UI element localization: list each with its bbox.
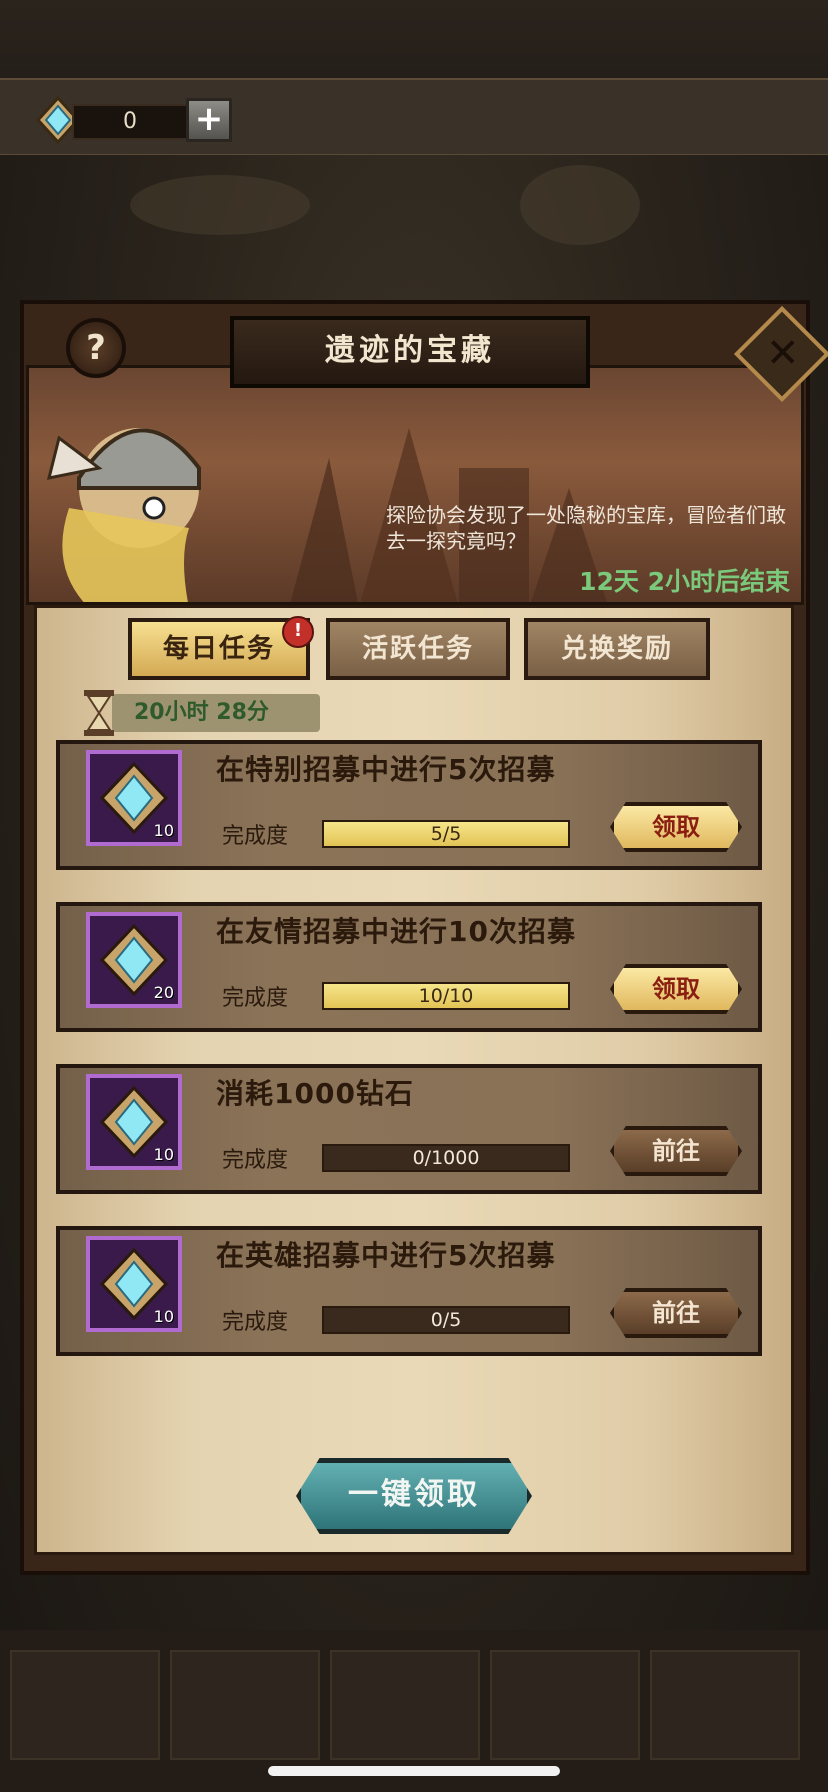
tab-exchange-rewards[interactable]: 兑换奖励 — [524, 618, 710, 680]
plus-icon: + — [194, 99, 224, 139]
add-currency-button[interactable]: + — [186, 98, 232, 142]
progress-label: 完成度 — [222, 986, 289, 1011]
tab-alert-badge: ! — [282, 616, 314, 648]
task-title: 在友情招募中进行10次招募 — [216, 915, 576, 948]
event-description: 探险协会发现了一处隐秘的宝库，冒险者们敢去一探究竟吗？ — [386, 503, 786, 553]
help-button[interactable]: ? — [66, 318, 126, 378]
reward-count: 10 — [153, 1307, 174, 1326]
nav-slot — [330, 1650, 480, 1760]
event-end-timer: 12天 2小时后结束 — [579, 567, 790, 596]
progress-bar: 0/5 — [322, 1306, 570, 1334]
background-shape — [130, 175, 310, 235]
event-title: 遗迹的宝藏 — [230, 316, 590, 388]
currency-amount: 0 — [72, 104, 188, 140]
progress-bar: 0/1000 — [322, 1144, 570, 1172]
reward-diamond-icon: 10 — [86, 1236, 182, 1332]
nav-slot — [650, 1650, 800, 1760]
nav-slot — [10, 1650, 160, 1760]
claim-button[interactable]: 领取 — [610, 802, 742, 852]
progress-bar: 5/5 — [322, 820, 570, 848]
background-shape — [520, 165, 640, 245]
nav-slot — [490, 1650, 640, 1760]
question-icon: ? — [86, 328, 106, 368]
progress-label: 完成度 — [222, 824, 289, 849]
claim-all-button[interactable]: 一键领取 — [296, 1458, 532, 1534]
reward-count: 10 — [153, 821, 174, 840]
claim-button[interactable]: 领取 — [610, 964, 742, 1014]
reward-diamond-icon: 10 — [86, 1074, 182, 1170]
nav-slot — [170, 1650, 320, 1760]
task-title: 消耗1000钻石 — [216, 1077, 414, 1110]
task-title: 在特别招募中进行5次招募 — [216, 753, 556, 786]
progress-label: 完成度 — [222, 1148, 289, 1173]
home-indicator[interactable] — [268, 1766, 560, 1776]
reward-diamond-icon: 10 — [86, 750, 182, 846]
progress-bar: 10/10 — [322, 982, 570, 1010]
reward-diamond-icon: 20 — [86, 912, 182, 1008]
hourglass-icon — [84, 690, 114, 736]
tab-active-tasks[interactable]: 活跃任务 — [326, 618, 510, 680]
close-icon: ✕ — [765, 330, 800, 377]
go-button[interactable]: 前往 — [610, 1126, 742, 1176]
task-title: 在英雄招募中进行5次招募 — [216, 1239, 556, 1272]
daily-reset-timer: 20小时 28分 — [112, 694, 320, 732]
reward-count: 10 — [153, 1145, 174, 1164]
progress-label: 完成度 — [222, 1310, 289, 1335]
go-button[interactable]: 前往 — [610, 1288, 742, 1338]
reward-count: 20 — [153, 983, 174, 1002]
